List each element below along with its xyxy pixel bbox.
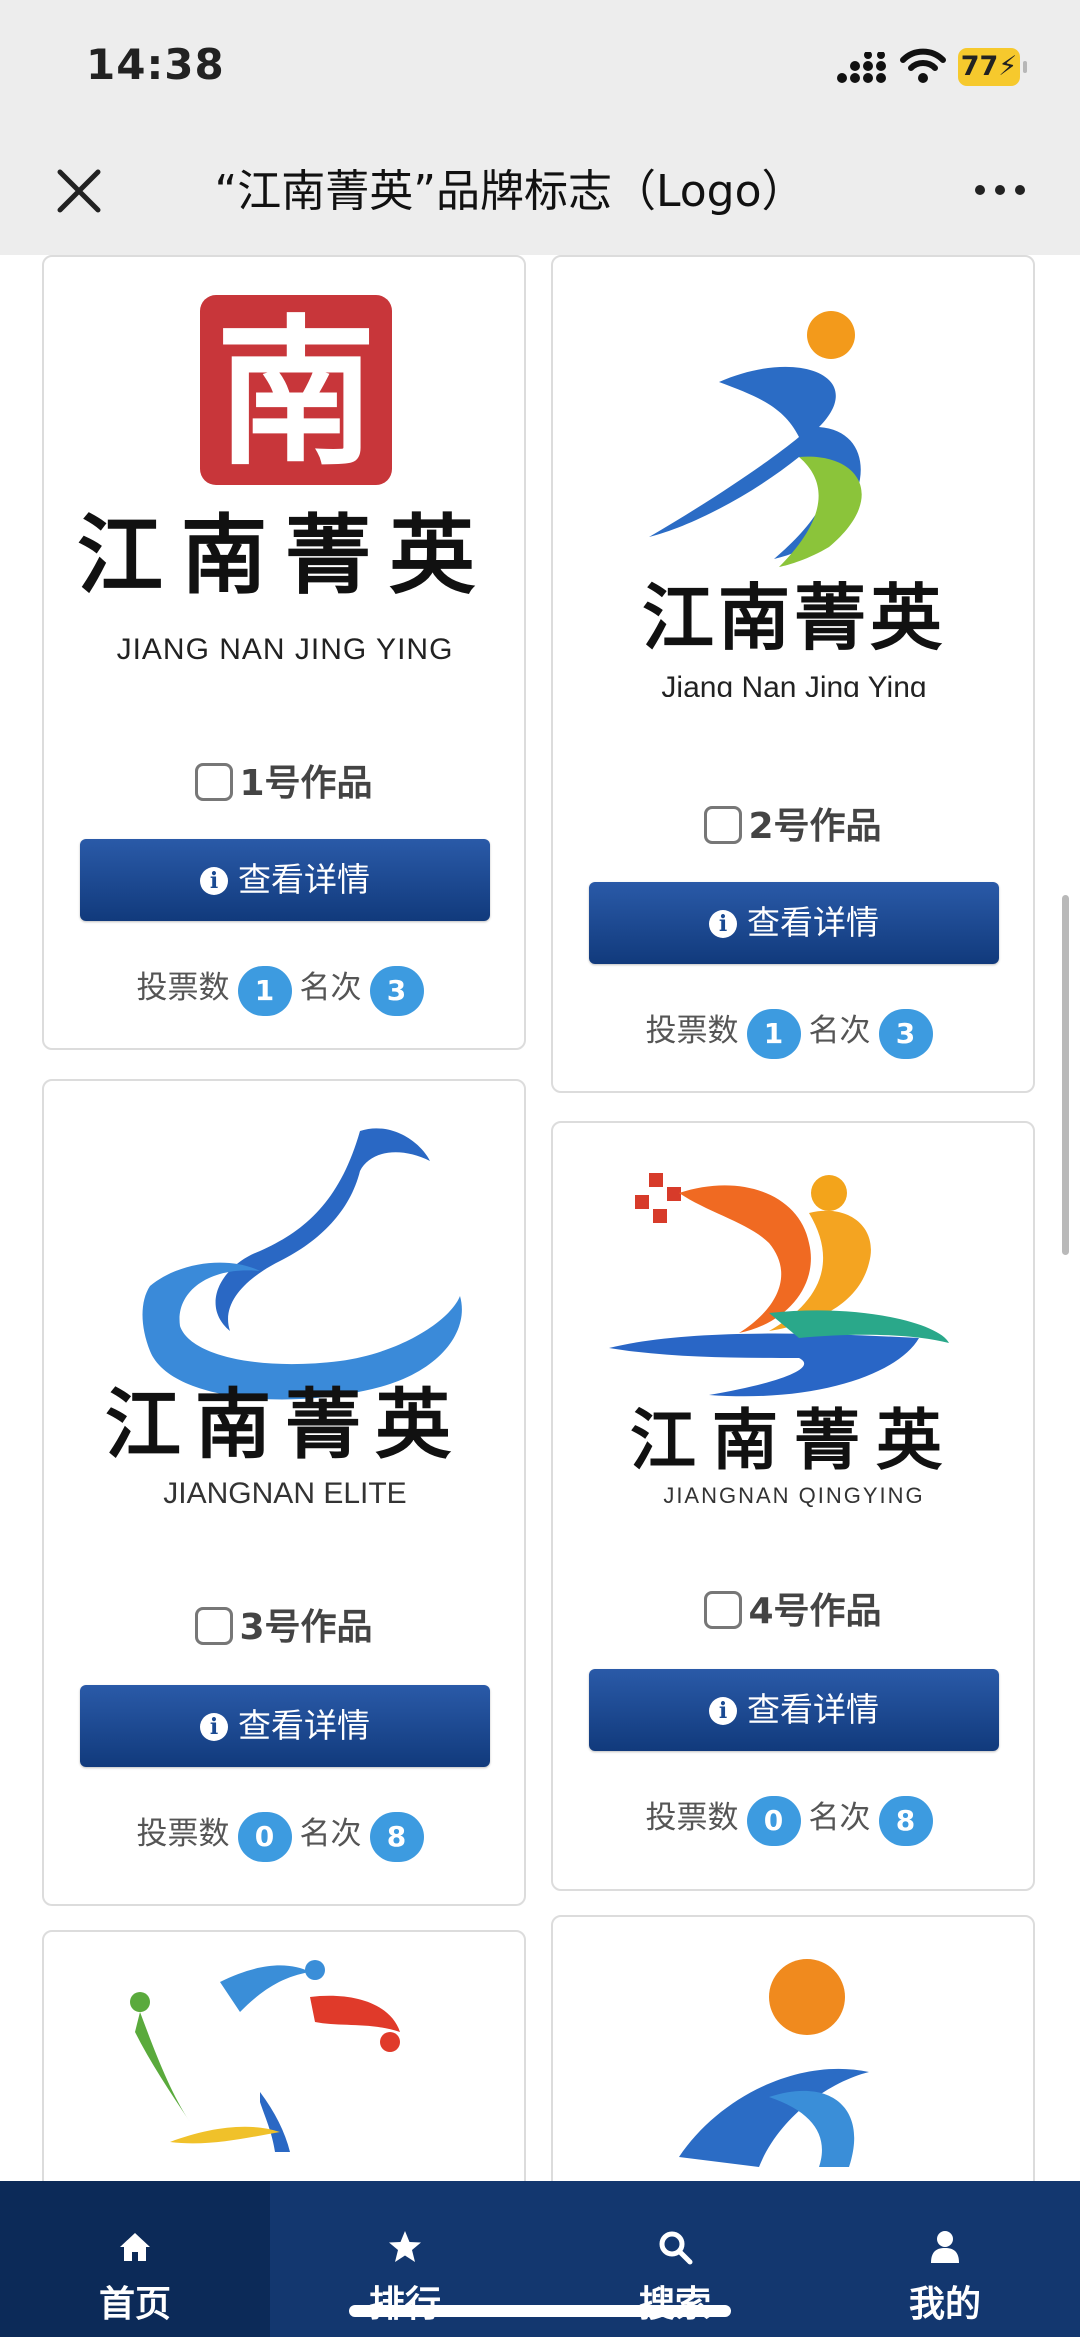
logo-english-name: JIANGNAN QINGYING (663, 1483, 924, 1508)
star-icon (389, 2231, 421, 2262)
work-card-4: 江南菁英 JIANGNAN QINGYING 4号作品 i 查看详情 投票数 0 名次… (551, 1121, 1035, 1891)
logo-english-name: JIANGNAN ELITE (163, 1477, 406, 1510)
work-number: 3号作品 (239, 1607, 373, 1648)
votes-badge: 1 (746, 1009, 801, 1059)
work-select[interactable]: 3号作品 (44, 1603, 524, 1653)
votes-label: 投票数 (645, 1800, 739, 1836)
work-select[interactable]: 2号作品 (553, 802, 1033, 852)
scrollbar[interactable] (1062, 895, 1069, 1255)
vote-checkbox[interactable] (704, 1591, 743, 1629)
work-number: 1号作品 (239, 763, 373, 804)
rank-label: 名次 (808, 1013, 871, 1049)
vote-stats: 投票数 1 名次 3 (44, 963, 524, 1016)
view-details-button[interactable]: i 查看详情 (80, 1685, 490, 1767)
battery-level: 77 (960, 51, 999, 82)
view-details-button[interactable]: i 查看详情 (589, 882, 999, 964)
search-icon (659, 2231, 693, 2265)
vote-checkbox[interactable] (195, 1607, 234, 1645)
votes-badge: 0 (237, 1812, 292, 1862)
votes-badge: 0 (746, 1796, 801, 1846)
clock: 14:38 (86, 40, 225, 89)
home-icon (120, 2233, 150, 2261)
vote-checkbox[interactable] (195, 763, 234, 801)
info-icon: i (709, 1697, 737, 1725)
close-icon[interactable] (54, 166, 104, 216)
votes-label: 投票数 (136, 1816, 230, 1852)
logo-chinese-name: 江南菁英 (77, 505, 493, 606)
button-label: 查看详情 (238, 860, 370, 899)
votes-badge: 1 (237, 966, 292, 1016)
tab-label: 搜索 (540, 2275, 810, 2327)
tab-mine[interactable]: 我的 (810, 2181, 1080, 2337)
rank-label: 名次 (299, 970, 362, 1006)
view-details-button[interactable]: i 查看详情 (80, 839, 490, 921)
work-logo-4[interactable]: 江南菁英 JIANGNAN QINGYING (569, 1133, 1019, 1563)
work-logo-1[interactable]: 南 江南菁英 JIANG NAN JING YING (60, 267, 510, 697)
rank-label: 名次 (299, 1816, 362, 1852)
info-icon: i (200, 1713, 228, 1741)
votes-label: 投票数 (645, 1013, 739, 1049)
logo-emblem-text: 南 (216, 299, 376, 487)
work-number: 4号作品 (748, 1591, 882, 1632)
work-card-3: 江南菁英 JIANGNAN ELITE 3号作品 i 查看详情 投票数 0 名次 8 (42, 1079, 526, 1906)
tab-label: 排行 (270, 2275, 540, 2327)
work-logo-5[interactable] (60, 1942, 510, 2181)
vote-stats: 投票数 0 名次 8 (553, 1793, 1033, 1846)
nav-bar: “江南菁英”品牌标志（Logo） (0, 130, 1080, 255)
tab-label: 我的 (908, 2284, 981, 2325)
work-card-5 (42, 1930, 526, 2181)
work-select[interactable]: 1号作品 (44, 759, 524, 809)
rank-label: 名次 (808, 1800, 871, 1836)
vote-stats: 投票数 1 名次 3 (553, 1006, 1033, 1059)
wifi-icon (900, 48, 946, 83)
works-grid[interactable]: 南 江南菁英 JIANG NAN JING YING 1号作品 i 查看详情 投票… (0, 255, 1080, 2181)
more-options-icon[interactable] (970, 170, 1030, 210)
logo-english-name: JIANG NAN JING YING (117, 633, 454, 666)
info-icon: i (709, 910, 737, 938)
battery-icon: 77⚡ (958, 48, 1027, 86)
button-label: 查看详情 (747, 903, 879, 942)
logo-chinese-name: 江南菁英 (105, 1380, 465, 1469)
work-card-6 (551, 1915, 1035, 2181)
work-logo-3[interactable]: 江南菁英 JIANGNAN ELITE (60, 1091, 510, 1521)
work-card-1: 南 江南菁英 JIANG NAN JING YING 1号作品 i 查看详情 投票… (42, 255, 526, 1050)
cellular-signal-icon (837, 52, 886, 83)
rank-badge: 8 (369, 1812, 424, 1862)
button-label: 查看详情 (238, 1706, 370, 1745)
view-details-button[interactable]: i 查看详情 (589, 1669, 999, 1751)
status-bar: 14:38 77⚡ (0, 0, 1080, 130)
logo-english-name: Jiang Nan Jing Ying (661, 671, 926, 697)
user-icon (931, 2231, 959, 2263)
rank-badge: 8 (878, 1796, 933, 1846)
work-logo-2[interactable]: 江南菁英 Jiang Nan Jing Ying (569, 267, 1019, 697)
votes-label: 投票数 (136, 970, 230, 1006)
vote-checkbox[interactable] (704, 806, 743, 844)
page-title: “江南菁英”品牌标志（Logo） (214, 166, 806, 217)
work-select[interactable]: 4号作品 (553, 1587, 1033, 1637)
home-indicator (349, 2305, 731, 2317)
tab-label: 首页 (98, 2284, 171, 2325)
rank-badge: 3 (369, 966, 424, 1016)
rank-badge: 3 (878, 1009, 933, 1059)
button-label: 查看详情 (747, 1690, 879, 1729)
logo-chinese-name: 江南菁英 (642, 579, 946, 659)
tab-home[interactable]: 首页 (0, 2181, 270, 2337)
work-number: 2号作品 (748, 806, 882, 847)
work-card-2: 江南菁英 Jiang Nan Jing Ying 2号作品 i 查看详情 投票数 1… (551, 255, 1035, 1093)
vote-stats: 投票数 0 名次 8 (44, 1809, 524, 1862)
info-icon: i (200, 867, 228, 895)
logo-chinese-name: 江南菁英 (630, 1401, 958, 1479)
work-logo-6[interactable] (569, 1927, 1019, 2181)
